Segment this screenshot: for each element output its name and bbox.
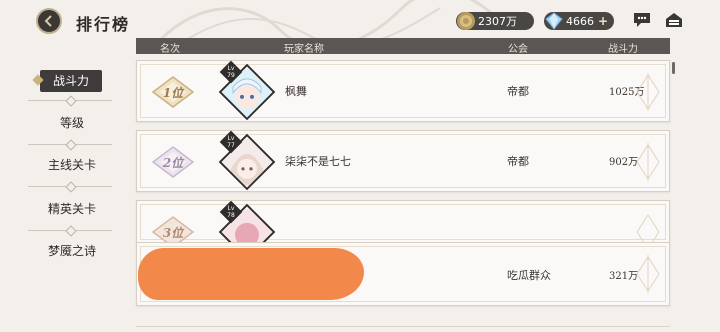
sidebar-item-label: 主线关卡 [47, 158, 96, 172]
level-text: Lv 78 [227, 205, 235, 219]
row-ornament-icon [636, 73, 660, 111]
column-header-combat-power: 战斗力 [608, 44, 638, 55]
combat-power-value: 902万 [609, 157, 639, 168]
sidebar-divider [28, 100, 112, 101]
level-value: 78 [227, 212, 235, 219]
gold-counter: 2307万 [456, 12, 534, 30]
sidebar-item-main-stage[interactable]: 主线关卡 [24, 154, 120, 176]
row-ornament-icon [636, 214, 660, 243]
sidebar-divider [28, 230, 112, 231]
ranking-row[interactable]: 2位 Lv 77 柒柒不是七七 帝都 902万 [136, 130, 670, 192]
redaction-mark [138, 248, 364, 300]
player-name: 枫舞 [285, 85, 307, 98]
chat-bubble-icon [634, 13, 650, 27]
column-header-guild: 公会 [508, 44, 528, 55]
level-text: Lv 77 [227, 135, 235, 149]
sidebar-divider [28, 144, 112, 145]
gem-amount: 4666 [566, 14, 594, 28]
level-value: 77 [227, 142, 235, 149]
sidebar-item-nightmare-poem[interactable]: 梦魇之诗 [24, 240, 120, 262]
rank-badge: 1位 [151, 75, 195, 109]
row-ornament-icon [636, 255, 660, 293]
rank-badge: 2位 [151, 145, 195, 179]
ranking-table-header: 名次 玩家名称 公会 战斗力 [136, 38, 670, 55]
ranking-row[interactable]: 1位 Lv 79 枫舞 帝都 1025万 [136, 60, 670, 122]
column-header-player-name: 玩家名称 [284, 44, 324, 55]
gold-amount: 2307万 [478, 15, 517, 28]
gem-counter: 4666 + [544, 12, 614, 30]
home-button[interactable] [664, 11, 684, 29]
sidebar-item-label: 梦魇之诗 [47, 244, 96, 258]
chat-button[interactable] [632, 11, 652, 29]
sidebar-item-level[interactable]: 等级 [24, 112, 120, 134]
player-avatar[interactable]: Lv 77 [218, 130, 276, 191]
combat-power-value: 321万 [609, 271, 639, 282]
sidebar-item-elite-stage[interactable]: 精英关卡 [24, 198, 120, 220]
guild-name: 帝都 [507, 155, 529, 168]
level-value: 79 [227, 72, 235, 79]
ranking-row[interactable]: 3位 Lv 78 [136, 200, 670, 244]
sidebar-item-combat-power[interactable]: 战斗力 [40, 70, 102, 92]
diamond-gem-icon [545, 12, 563, 30]
sidebar-item-label: 战斗力 [52, 74, 89, 88]
rank-label: 2位 [162, 156, 184, 170]
ranking-category-sidebar: 战斗力 等级 主线关卡 精英关卡 梦魇之诗 [0, 56, 120, 332]
player-avatar[interactable]: Lv 78 [218, 201, 276, 243]
rank-label: 3位 [162, 226, 184, 240]
back-arrow-icon [44, 15, 52, 27]
page-title: 排行榜 [76, 15, 131, 34]
rank-badge: 3位 [151, 215, 195, 243]
rank-label: 1位 [162, 86, 184, 100]
sidebar-item-label: 精英关卡 [47, 202, 96, 216]
back-button[interactable] [36, 8, 62, 34]
guild-name: 吃瓜群众 [507, 269, 551, 282]
level-text: Lv 79 [227, 65, 235, 79]
add-gems-plus-icon[interactable]: + [596, 14, 610, 28]
bottom-divider [136, 326, 670, 327]
column-header-rank: 名次 [160, 44, 180, 55]
home-icon [666, 13, 682, 27]
header-bar: 排行榜 2307万 4666 + [0, 0, 720, 42]
row-ornament-icon [636, 143, 660, 181]
gold-coin-icon [457, 12, 475, 30]
sidebar-divider [28, 186, 112, 187]
list-scrollbar[interactable] [672, 62, 675, 74]
player-name: 柒柒不是七七 [285, 155, 351, 168]
sidebar-item-label: 等级 [59, 116, 84, 130]
guild-name: 帝都 [507, 85, 529, 98]
player-avatar[interactable]: Lv 79 [218, 60, 276, 121]
